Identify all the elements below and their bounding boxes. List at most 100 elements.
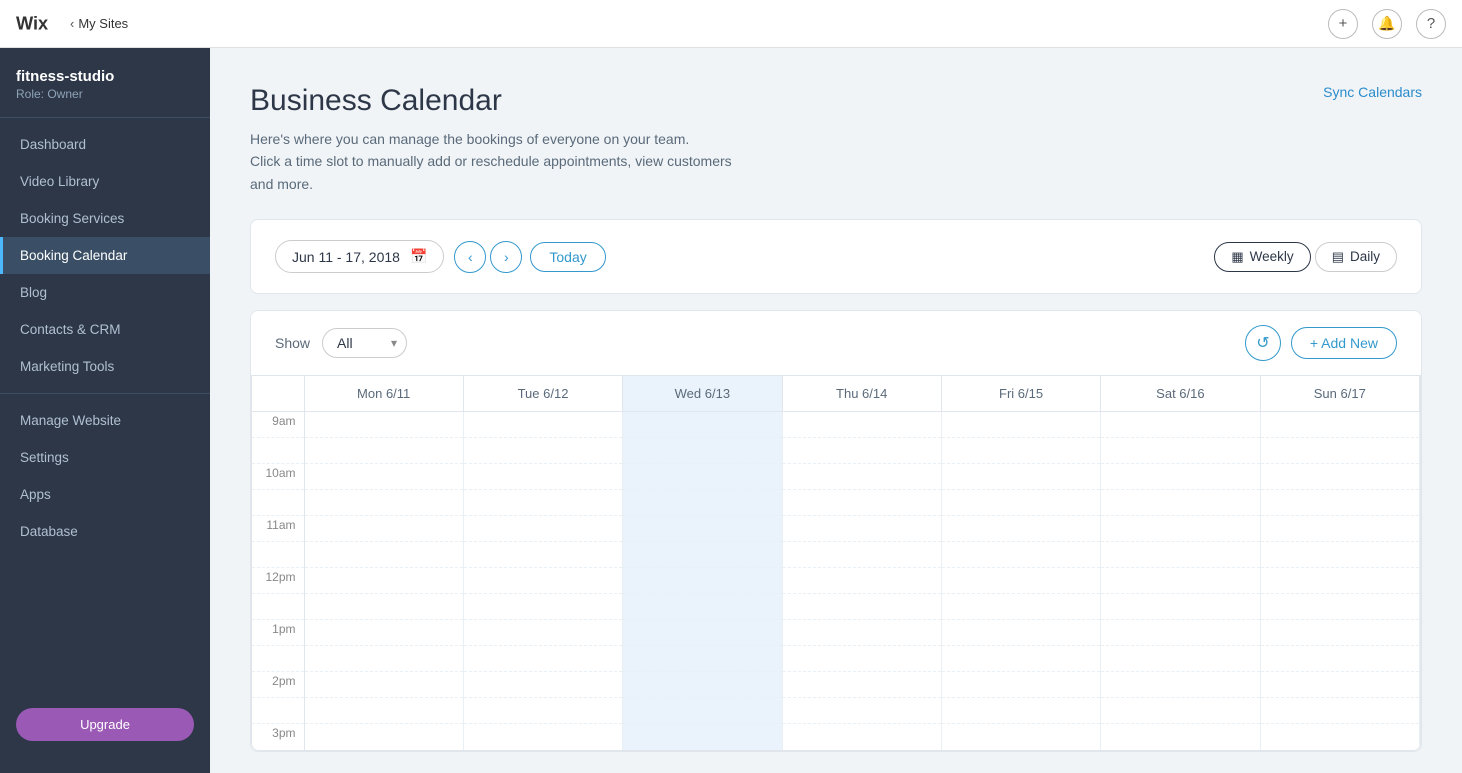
calendar-cell[interactable] [1101, 646, 1260, 672]
date-range-button[interactable]: Jun 11 - 17, 2018 📅 [275, 240, 444, 273]
calendar-cell[interactable] [623, 412, 782, 438]
calendar-cell[interactable] [1101, 516, 1260, 542]
prev-week-button[interactable]: ‹ [454, 241, 486, 273]
calendar-cell[interactable] [782, 620, 941, 646]
calendar-cell[interactable] [304, 594, 463, 620]
sidebar-item-settings[interactable]: Settings [0, 439, 210, 476]
calendar-cell[interactable] [782, 594, 941, 620]
add-new-button[interactable]: + Add New [1291, 327, 1397, 359]
calendar-cell[interactable] [623, 724, 782, 750]
calendar-cell[interactable] [941, 490, 1100, 516]
calendar-cell[interactable] [304, 490, 463, 516]
calendar-cell[interactable] [1260, 672, 1419, 698]
sidebar-item-manage-website[interactable]: Manage Website [0, 402, 210, 439]
calendar-cell[interactable] [782, 724, 941, 750]
daily-view-button[interactable]: ▤ Daily [1315, 242, 1397, 272]
calendar-cell[interactable] [623, 542, 782, 568]
calendar-cell[interactable] [782, 646, 941, 672]
calendar-cell[interactable] [782, 672, 941, 698]
calendar-cell[interactable] [623, 490, 782, 516]
calendar-cell[interactable] [463, 568, 622, 594]
calendar-cell[interactable] [463, 516, 622, 542]
calendar-cell[interactable] [304, 542, 463, 568]
upgrade-button[interactable]: Upgrade [16, 708, 194, 741]
calendar-cell[interactable] [782, 438, 941, 464]
calendar-cell[interactable] [782, 412, 941, 438]
calendar-cell[interactable] [782, 516, 941, 542]
calendar-cell[interactable] [1260, 464, 1419, 490]
calendar-cell[interactable] [623, 516, 782, 542]
calendar-cell[interactable] [1260, 568, 1419, 594]
next-week-button[interactable]: › [490, 241, 522, 273]
calendar-cell[interactable] [1260, 724, 1419, 750]
calendar-cell[interactable] [463, 542, 622, 568]
calendar-cell[interactable] [623, 620, 782, 646]
calendar-cell[interactable] [463, 646, 622, 672]
calendar-cell[interactable] [1260, 620, 1419, 646]
calendar-cell[interactable] [941, 412, 1100, 438]
sidebar-item-dashboard[interactable]: Dashboard [0, 126, 210, 163]
calendar-cell[interactable] [1260, 594, 1419, 620]
calendar-cell[interactable] [304, 646, 463, 672]
calendar-cell[interactable] [623, 568, 782, 594]
calendar-cell[interactable] [1101, 594, 1260, 620]
sidebar-item-marketing-tools[interactable]: Marketing Tools [0, 348, 210, 385]
notifications-button[interactable]: 🔔 [1372, 9, 1402, 39]
calendar-cell[interactable] [782, 490, 941, 516]
calendar-cell[interactable] [1260, 646, 1419, 672]
calendar-cell[interactable] [463, 698, 622, 724]
calendar-cell[interactable] [304, 672, 463, 698]
calendar-cell[interactable] [1101, 568, 1260, 594]
calendar-cell[interactable] [1101, 620, 1260, 646]
calendar-cell[interactable] [941, 672, 1100, 698]
calendar-cell[interactable] [1260, 490, 1419, 516]
refresh-button[interactable]: ↺ [1245, 325, 1281, 361]
calendar-cell[interactable] [1101, 698, 1260, 724]
calendar-cell[interactable] [463, 464, 622, 490]
show-filter-select[interactable]: All Staff 1 Staff 2 [322, 328, 407, 358]
calendar-cell[interactable] [941, 568, 1100, 594]
calendar-cell[interactable] [941, 542, 1100, 568]
sidebar-item-booking-calendar[interactable]: Booking Calendar [0, 237, 210, 274]
calendar-cell[interactable] [941, 594, 1100, 620]
calendar-cell[interactable] [941, 646, 1100, 672]
calendar-cell[interactable] [1101, 464, 1260, 490]
calendar-cell[interactable] [941, 516, 1100, 542]
sidebar-item-blog[interactable]: Blog [0, 274, 210, 311]
calendar-cell[interactable] [623, 672, 782, 698]
calendar-cell[interactable] [782, 542, 941, 568]
calendar-cell[interactable] [1101, 672, 1260, 698]
calendar-cell[interactable] [941, 620, 1100, 646]
calendar-cell[interactable] [1101, 412, 1260, 438]
calendar-cell[interactable] [782, 464, 941, 490]
sidebar-item-booking-services[interactable]: Booking Services [0, 200, 210, 237]
sidebar-item-database[interactable]: Database [0, 513, 210, 550]
calendar-cell[interactable] [941, 724, 1100, 750]
help-button[interactable]: ? [1416, 9, 1446, 39]
sidebar-item-apps[interactable]: Apps [0, 476, 210, 513]
my-sites-link[interactable]: ‹ My Sites [70, 16, 128, 31]
calendar-cell[interactable] [463, 412, 622, 438]
calendar-cell[interactable] [463, 594, 622, 620]
calendar-cell[interactable] [1101, 490, 1260, 516]
calendar-cell[interactable] [463, 490, 622, 516]
calendar-cell[interactable] [304, 698, 463, 724]
calendar-cell[interactable] [304, 568, 463, 594]
calendar-cell[interactable] [304, 412, 463, 438]
calendar-cell[interactable] [941, 464, 1100, 490]
calendar-cell[interactable] [1260, 412, 1419, 438]
calendar-cell[interactable] [782, 568, 941, 594]
calendar-cell[interactable] [1101, 724, 1260, 750]
today-button[interactable]: Today [530, 242, 605, 272]
calendar-cell[interactable] [1260, 542, 1419, 568]
calendar-cell[interactable] [463, 672, 622, 698]
calendar-cell[interactable] [1101, 542, 1260, 568]
sidebar-item-contacts-crm[interactable]: Contacts & CRM [0, 311, 210, 348]
calendar-cell[interactable] [782, 698, 941, 724]
calendar-cell[interactable] [304, 464, 463, 490]
calendar-cell[interactable] [623, 646, 782, 672]
calendar-cell[interactable] [1260, 438, 1419, 464]
calendar-cell[interactable] [304, 620, 463, 646]
calendar-cell[interactable] [463, 620, 622, 646]
calendar-cell[interactable] [623, 594, 782, 620]
